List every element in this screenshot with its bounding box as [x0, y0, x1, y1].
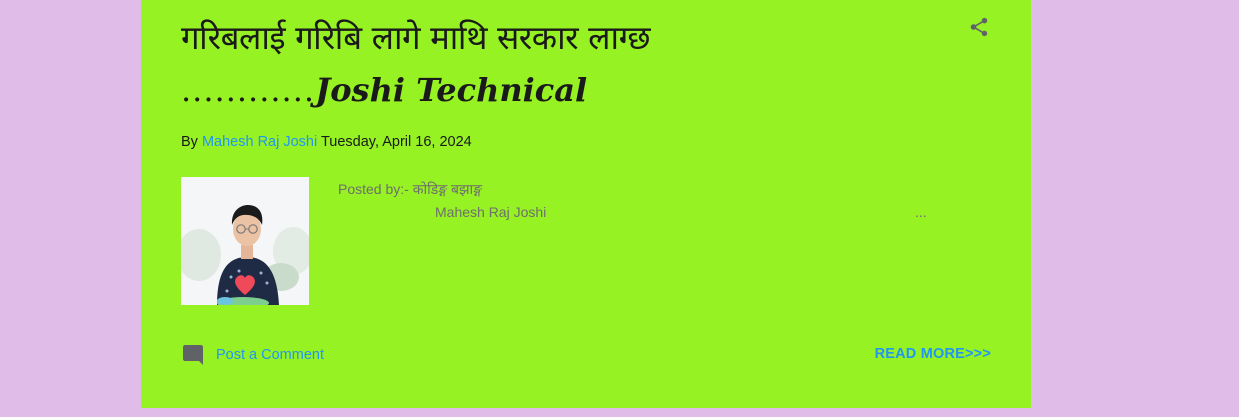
- post-title-line2[interactable]: ............Joshi Technical: [181, 64, 941, 116]
- snippet-line2: Mahesh Raj Joshi: [435, 204, 547, 220]
- snippet-ellipsis: ...: [915, 204, 927, 220]
- post-byline: By Mahesh Raj Joshi Tuesday, April 16, 2…: [181, 134, 472, 150]
- byline-by-label: By: [181, 134, 198, 150]
- post-date: Tuesday, April 16, 2024: [320, 134, 472, 150]
- comment-label: Post a Comment: [216, 347, 324, 363]
- thumbnail-image: [181, 177, 309, 305]
- snippet-line1: Posted by:- कोडिङ्ग बझाङ्ग: [338, 181, 483, 197]
- post-thumbnail[interactable]: [181, 177, 309, 305]
- post-comment-link[interactable]: Post a Comment: [181, 343, 324, 367]
- post-title-line1[interactable]: गरिबलाई गरिबि लागे माथि सरकार लाग्छ: [181, 12, 941, 64]
- post-card: गरिबलाई गरिबि लागे माथि सरकार लाग्छ ....…: [141, 0, 1031, 408]
- post-title-dots: ............: [181, 71, 316, 109]
- comment-icon: [183, 345, 203, 365]
- author-link[interactable]: Mahesh Raj Joshi: [202, 134, 317, 150]
- share-icon[interactable]: [968, 15, 990, 39]
- post-title[interactable]: गरिबलाई गरिबि लागे माथि सरकार लाग्छ ....…: [181, 12, 941, 116]
- post-title-brand: Joshi Technical: [315, 71, 588, 109]
- read-more-link[interactable]: READ MORE>>>: [875, 346, 991, 362]
